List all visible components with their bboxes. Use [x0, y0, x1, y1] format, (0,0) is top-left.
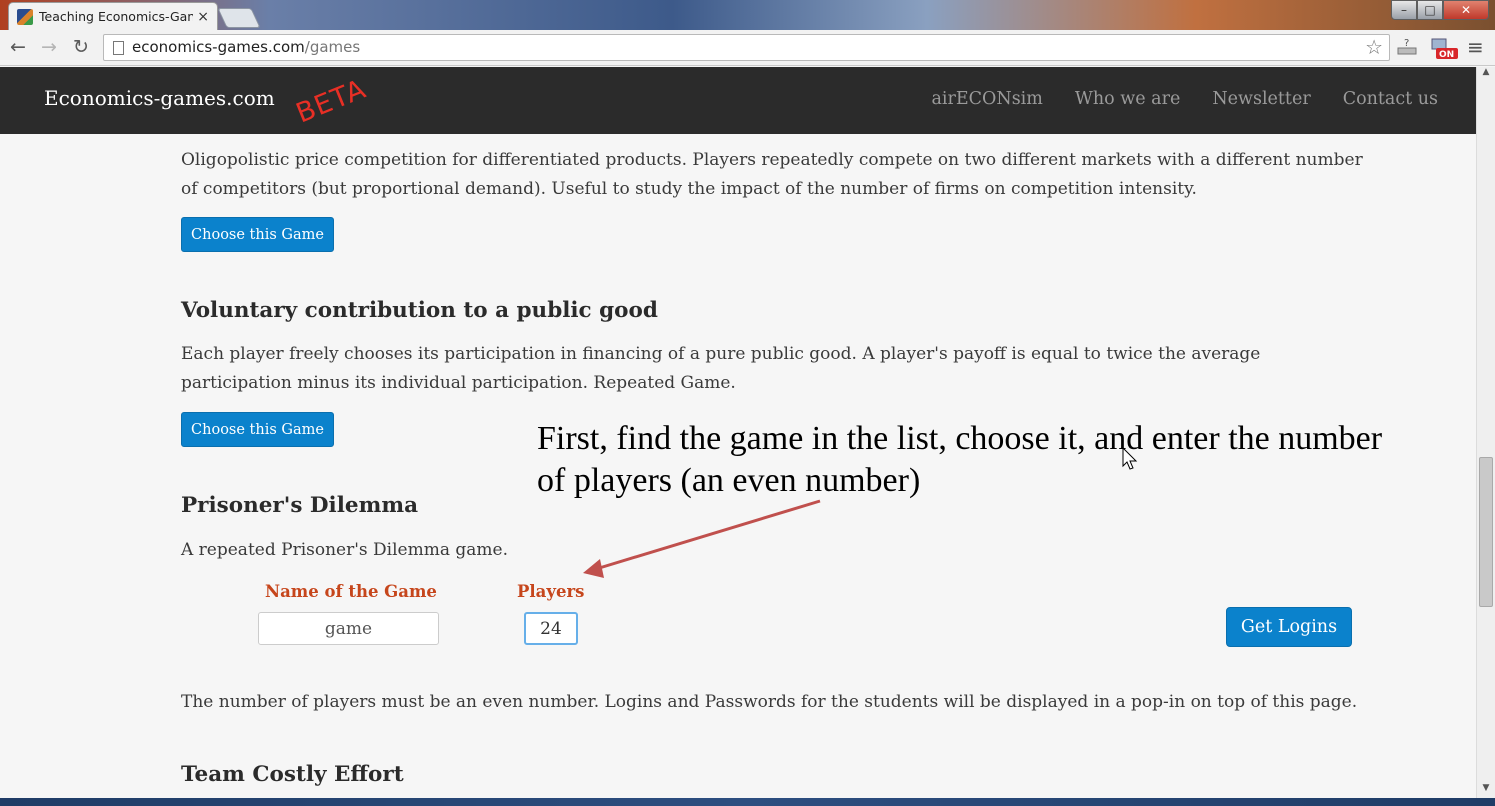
game-name-label: Name of the Game — [265, 582, 437, 601]
os-taskbar — [0, 798, 1495, 806]
nav-link-who-we-are[interactable]: Who we are — [1075, 89, 1180, 109]
annotation-line-1: First, find the game in the list, choose… — [537, 420, 1383, 457]
menu-icon[interactable]: ≡ — [1467, 35, 1484, 59]
scroll-up-icon[interactable]: ▲ — [1477, 67, 1495, 84]
scrollbar-thumb[interactable] — [1479, 457, 1493, 607]
players-input[interactable] — [524, 612, 578, 645]
choose-public-good-button[interactable]: Choose this Game — [181, 412, 334, 447]
nav-link-airECONsim[interactable]: airECONsim — [931, 89, 1042, 109]
prisoners-dilemma-description: A repeated Prisoner's Dilemma game. — [181, 540, 508, 560]
reload-icon[interactable]: ↻ — [73, 36, 89, 58]
maximize-button[interactable]: □ — [1417, 0, 1443, 20]
site-brand-link[interactable]: Economics-games.com — [44, 86, 275, 110]
url-path: /games — [304, 38, 361, 56]
tutorial-annotation: First, find the game in the list, choose… — [537, 418, 1437, 502]
new-tab-button[interactable] — [217, 8, 261, 28]
browser-tab[interactable]: Teaching Economics-Gan × — [8, 2, 218, 30]
svg-text:ON: ON — [1439, 50, 1454, 60]
players-label: Players — [517, 582, 585, 601]
bookmark-star-icon[interactable]: ☆ — [1365, 35, 1383, 60]
window-titlebar: Teaching Economics-Gan × – □ ✕ — [0, 0, 1495, 30]
minimize-button[interactable]: – — [1391, 0, 1417, 20]
players-note: The number of players must be an even nu… — [181, 692, 1358, 712]
oligopoly-description: Oligopolistic price competition for diff… — [181, 150, 1363, 199]
page-icon — [113, 41, 124, 55]
public-good-description: Each player freely chooses its participa… — [181, 344, 1261, 393]
nav-link-newsletter[interactable]: Newsletter — [1212, 89, 1310, 109]
address-bar[interactable]: economics-games.com/games ☆ — [103, 34, 1390, 61]
browser-toolbar: ← → ↻ economics-games.com/games ☆ ? ON ≡ — [0, 30, 1495, 66]
game-name-input[interactable] — [258, 612, 439, 645]
team-costly-effort-title: Team Costly Effort — [181, 762, 404, 787]
close-window-button[interactable]: ✕ — [1443, 0, 1489, 20]
page-scrollbar[interactable]: ▲ ▼ — [1476, 67, 1495, 800]
choose-oligopoly-button[interactable]: Choose this Game — [181, 217, 334, 252]
prisoners-dilemma-title: Prisoner's Dilemma — [181, 493, 419, 518]
nav-link-contact-us[interactable]: Contact us — [1343, 89, 1438, 109]
get-logins-button[interactable]: Get Logins — [1226, 607, 1352, 647]
url-host: economics-games.com — [132, 38, 305, 56]
tab-close-icon[interactable]: × — [197, 9, 209, 25]
mouse-cursor-icon — [1122, 447, 1138, 470]
extension-icon[interactable]: ? — [1396, 36, 1418, 62]
tab-title: Teaching Economics-Gan — [39, 9, 194, 24]
site-nav-links: airECONsim Who we are Newsletter Contact… — [931, 89, 1438, 109]
annotation-line-2: of players (an even number) — [537, 462, 921, 499]
on-extension-icon[interactable]: ON — [1430, 35, 1460, 65]
window-controls: – □ ✕ — [1391, 0, 1489, 20]
back-arrow-icon[interactable]: ← — [10, 36, 26, 58]
forward-arrow-icon[interactable]: → — [41, 36, 57, 58]
public-good-title: Voluntary contribution to a public good — [181, 298, 658, 323]
svg-text:?: ? — [1404, 38, 1409, 49]
site-navbar: Economics-games.com airECONsim Who we ar… — [0, 67, 1476, 134]
site-favicon-icon — [17, 8, 33, 25]
